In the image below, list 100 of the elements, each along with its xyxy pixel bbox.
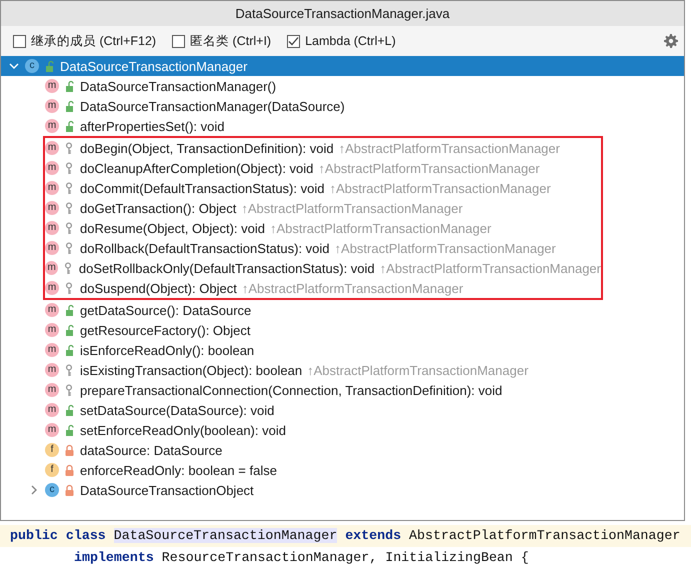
member-name: doGetTransaction(): Object [80,200,236,216]
open-lock-icon [64,404,74,416]
method-badge-icon: m [45,423,59,437]
keyword: extends [345,528,402,543]
inherited-from: ↑AbstractPlatformTransactionManager [270,220,492,236]
member-name: doRollback(DefaultTransactionStatus): void [80,240,330,256]
member-name: getResourceFactory(): Object [80,322,251,338]
member-name: doSuspend(Object): Object [80,280,237,296]
member-name: isEnforceReadOnly(): boolean [80,342,254,358]
tree-item[interactable]: c DataSourceTransactionManager [1,56,684,76]
tree-item[interactable]: m getDataSource(): DataSource [1,300,684,320]
member-name: prepareTransactionalConnection(Connection, TransactionDefinition): void [80,382,502,398]
method-badge-icon: m [45,261,58,275]
lock-icon [64,444,74,456]
key-icon [64,162,74,174]
inherited-from: ↑AbstractPlatformTransactionManager [242,280,464,296]
inherited-from: ↑AbstractPlatformTransactionManager [380,260,601,276]
class-badge-icon: c [25,59,39,73]
tree-item[interactable]: m getResourceFactory(): Object [1,320,684,340]
member-name: setDataSource(DataSource): void [80,402,274,418]
tree-item[interactable]: m doSetRollbackOnly(DefaultTransactionStatus): void ↑AbstractPlatformTransactionManager [45,258,601,278]
key-icon [64,242,74,254]
method-badge-icon: m [45,99,59,113]
tree-item[interactable]: m DataSourceTransactionManager(DataSource) [1,96,684,116]
method-badge-icon: m [45,181,59,195]
method-badge-icon: m [45,79,59,93]
tree-item[interactable]: m setEnforceReadOnly(boolean): void [1,420,684,440]
open-lock-icon [64,80,74,92]
method-badge-icon: m [45,221,59,235]
tree-item[interactable]: m doCommit(DefaultTransactionStatus): void ↑AbstractPlatformTransactionManager [45,178,601,198]
method-badge-icon: m [45,363,59,377]
window-title: DataSourceTransactionManager.java [235,6,450,21]
member-name: doBegin(Object, TransactionDefinition): void [80,140,334,156]
open-lock-icon [64,324,74,336]
key-icon [63,262,74,274]
tree-item[interactable]: f enforceReadOnly: boolean = false [1,460,684,480]
method-badge-icon: m [45,241,59,255]
member-name: doSetRollbackOnly(DefaultTransactionStatus): void [78,260,375,276]
method-badge-icon: m [45,201,59,215]
open-lock-icon [44,60,54,72]
member-name: isExistingTransaction(Object): boolean [80,362,302,378]
method-badge-icon: m [45,383,59,397]
member-name: setEnforceReadOnly(boolean): void [80,422,286,438]
tree-item[interactable]: f dataSource: DataSource [1,440,684,460]
keyword: public [10,528,58,543]
lock-icon [64,464,74,476]
method-badge-icon: m [45,343,59,357]
inherited-from: ↑AbstractPlatformTransactionManager [241,200,463,216]
open-lock-icon [64,304,74,316]
inherited-from: ↑AbstractPlatformTransactionManager [338,140,560,156]
tree-item[interactable]: m afterPropertiesSet(): void [1,116,684,136]
identifier: AbstractPlatformTransactionManager [409,528,680,543]
tree-item[interactable]: m isExistingTransaction(Object): boolean ↑AbstractPlatformTransactionManager [1,360,684,380]
key-icon [64,384,74,396]
open-lock-icon [64,424,74,436]
keyword: implements [74,550,154,565]
key-icon [64,364,74,376]
member-name: getDataSource(): DataSource [80,302,252,318]
checkbox[interactable]: 继承的成员 (Ctrl+F12) [13,32,156,50]
member-name: DataSourceTransactionManager(DataSource) [80,98,345,114]
field-badge-icon: f [45,443,59,457]
identifier: ResourceTransactionManager, [162,550,378,565]
member-name: enforceReadOnly: boolean = false [80,462,277,478]
tree-item[interactable]: m setDataSource(DataSource): void [1,400,684,420]
member-name: doResume(Object, Object): void [80,220,265,236]
member-name: DataSourceTransactionManager [60,58,248,74]
key-icon [64,182,74,194]
member-name: doCleanupAfterCompletion(Object): void [80,160,314,176]
key-icon [64,142,74,154]
checkbox[interactable]: Lambda (Ctrl+L) [287,32,396,50]
inherited-from: ↑AbstractPlatformTransactionManager [334,240,556,256]
method-badge-icon: m [45,303,59,317]
method-badge-icon: m [45,119,59,133]
keyword: class [66,528,106,543]
inherited-from: ↑AbstractPlatformTransactionManager [307,362,528,378]
tree-item[interactable]: m doSuspend(Object): Object ↑AbstractPlatformTransactionManager [45,278,601,298]
key-icon [64,202,74,214]
class-badge-icon: c [45,483,59,497]
inherited-from: ↑AbstractPlatformTransactionManager [329,180,551,196]
method-badge-icon: m [45,141,59,155]
open-lock-icon [64,120,74,132]
identifier: InitializingBean { [385,550,529,565]
field-badge-icon: f [45,463,59,477]
tree-item[interactable]: m doGetTransaction(): Object ↑AbstractPlatformTransactionManager [45,198,601,218]
tree-item[interactable]: m doBegin(Object, TransactionDefinition): void ↑AbstractPlatformTransactionManager [45,138,601,158]
tree-item[interactable]: m DataSourceTransactionManager() [1,76,684,96]
method-badge-icon: m [45,281,59,295]
tree-item[interactable]: m doRollback(DefaultTransactionStatus): void ↑AbstractPlatformTransactionManager [45,238,601,258]
tree-item[interactable]: m prepareTransactionalConnection(Connection, TransactionDefinition): void [1,380,684,400]
tree-item[interactable]: m doCleanupAfterCompletion(Object): void ↑AbstractPlatformTransactionManager [45,158,601,178]
lock-icon [64,484,74,496]
member-name: doCommit(DefaultTransactionStatus): void [80,180,324,196]
tree-item[interactable]: c DataSourceTransactionObject [1,480,684,500]
open-lock-icon [64,100,74,112]
tree-item[interactable]: m isEnforceReadOnly(): boolean [1,340,684,360]
method-badge-icon: m [45,403,59,417]
settings-icon[interactable] [664,34,678,48]
tree-item[interactable]: m doResume(Object, Object): void ↑AbstractPlatformTransactionManager [45,218,601,238]
checkbox[interactable]: 匿名类 (Ctrl+I) [172,32,272,50]
member-name: afterPropertiesSet(): void [80,118,225,134]
